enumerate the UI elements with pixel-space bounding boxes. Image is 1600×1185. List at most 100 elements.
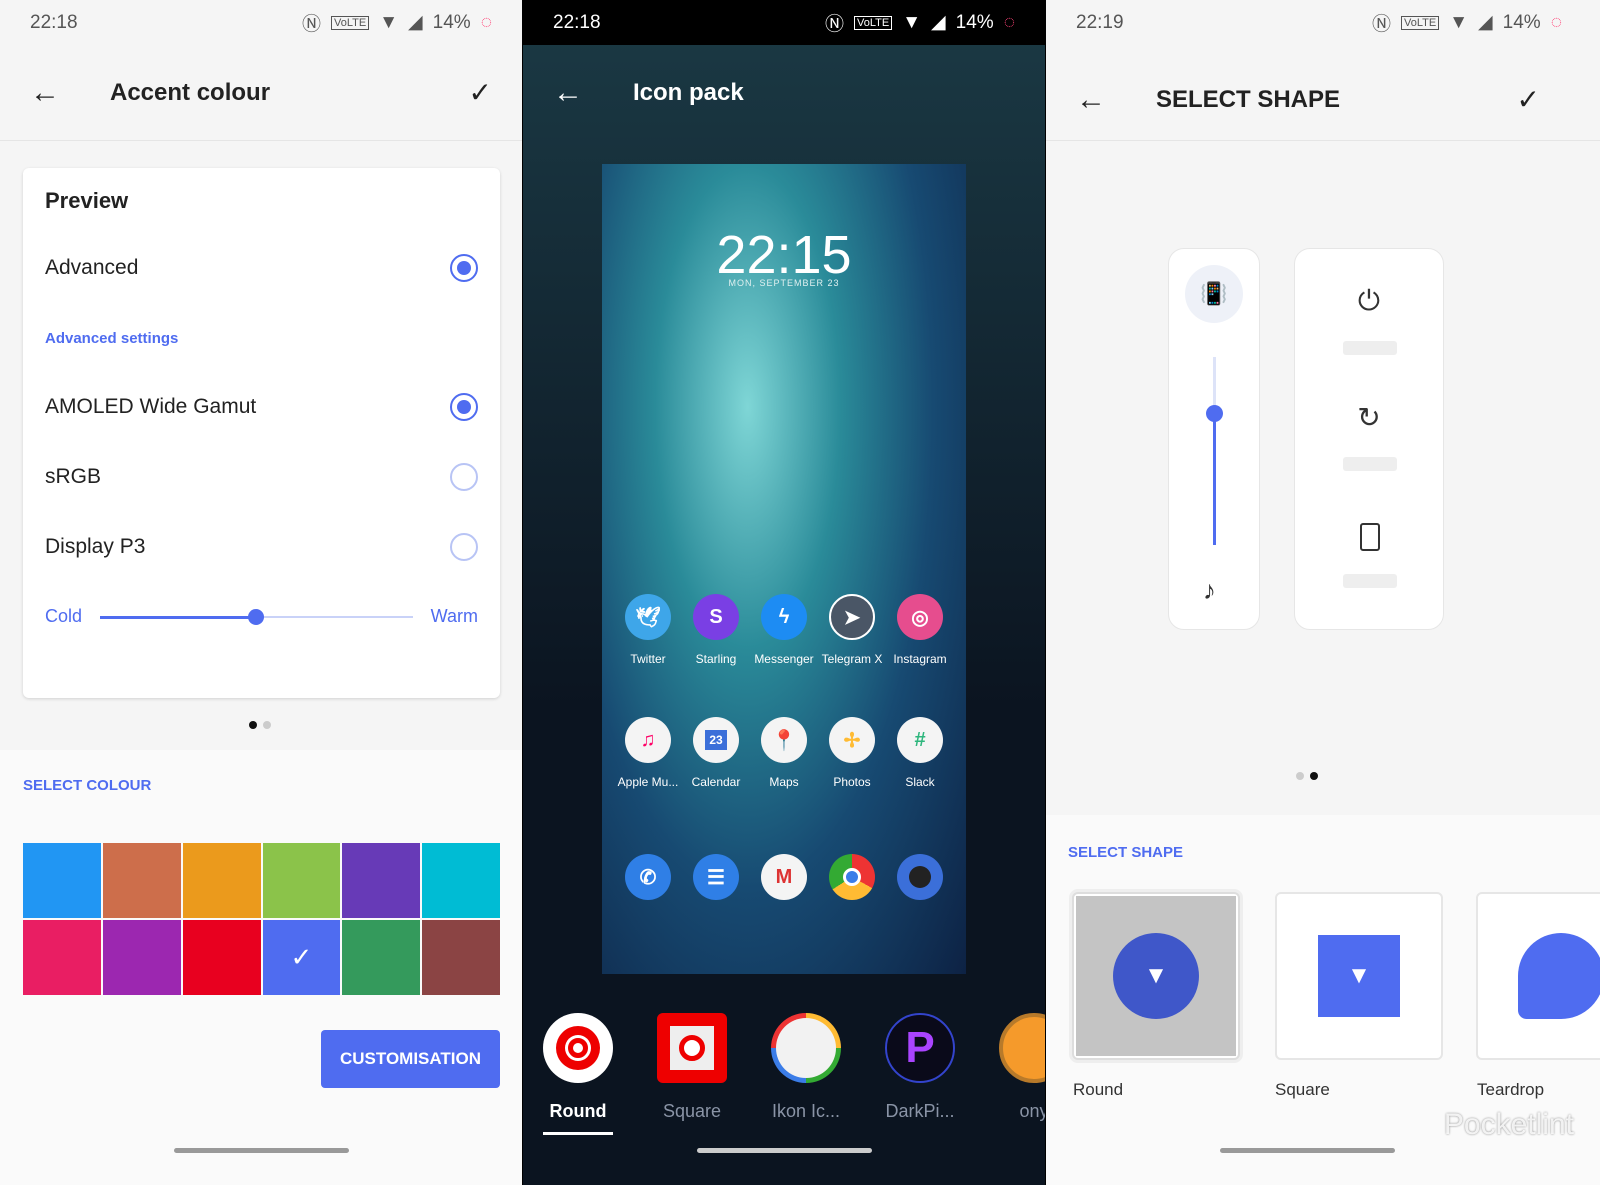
app-label: Calendar	[691, 775, 741, 789]
colour-swatch[interactable]	[23, 920, 101, 995]
option-label: Display P3	[45, 535, 146, 558]
instagram-icon: ◎	[897, 594, 943, 640]
warm-label: Warm	[430, 606, 478, 626]
volume-panel-preview: 📳 ♪	[1168, 248, 1260, 630]
slider-thumb[interactable]	[248, 608, 265, 625]
status-bar: 22:18 Ⓝ VoLTE ▼ ◢ 14% ◌	[523, 0, 1045, 45]
colour-swatch[interactable]	[182, 843, 261, 918]
app-starling: S Starling	[682, 594, 750, 666]
ony-pack-icon	[999, 1013, 1045, 1083]
confirm-check-icon[interactable]: ✓	[1517, 83, 1540, 116]
app-messenger: ϟ Messenger	[750, 594, 818, 666]
preview-card: Preview Advanced Advanced settings AMOLE…	[23, 168, 500, 698]
app-apple-music: ♫ Apple Mu...	[614, 717, 682, 789]
pack-square[interactable]: Square	[657, 1013, 727, 1135]
mode-advanced[interactable]: Advanced	[45, 254, 478, 282]
colour-swatch[interactable]	[422, 843, 500, 918]
colour-swatch[interactable]: ✓	[262, 920, 341, 995]
pack-darkpi[interactable]: P DarkPi...	[885, 1013, 955, 1135]
pack-ony[interactable]: ony	[999, 1013, 1045, 1135]
nfc-icon: Ⓝ	[302, 14, 322, 35]
preview-heading: Preview	[45, 188, 129, 213]
colour-swatch[interactable]	[342, 920, 421, 995]
battery-percent: 14%	[432, 11, 471, 33]
app-label: Messenger	[754, 652, 814, 666]
teardrop-shape	[1518, 933, 1600, 1019]
option-amoled[interactable]: AMOLED Wide Gamut	[45, 393, 478, 421]
option-label: sRGB	[45, 465, 102, 488]
radio-srgb[interactable]	[450, 463, 478, 491]
cold-label: Cold	[45, 606, 83, 626]
pack-round[interactable]: Round	[543, 1013, 613, 1135]
square-pack-icon	[657, 1013, 727, 1083]
back-arrow-icon[interactable]: ←	[553, 76, 603, 110]
back-arrow-icon[interactable]: ←	[1076, 83, 1126, 117]
round-pack-icon	[543, 1013, 613, 1083]
mode-label: Advanced	[45, 256, 139, 279]
page-title: Accent colour	[110, 78, 271, 106]
advanced-settings-label: Advanced settings	[45, 330, 179, 347]
battery-icon: ◌	[480, 11, 492, 33]
home-handle[interactable]	[174, 1148, 349, 1153]
home-handle[interactable]	[1220, 1148, 1395, 1153]
colour-swatch[interactable]	[102, 843, 181, 918]
app-label: Instagram	[893, 652, 947, 666]
option-display-p3[interactable]: Display P3	[45, 533, 478, 561]
selected-indicator	[543, 1132, 613, 1135]
slider-thumb[interactable]	[1206, 405, 1223, 423]
pack-ikon[interactable]: Ikon Ic...	[771, 1013, 841, 1135]
pack-label: DarkPi...	[885, 1101, 955, 1121]
select-shape-screen: 22:19 Ⓝ VoLTE ▼ ◢ 14% ◌ ← SELECT SHAPE ✓ 📳 ♪ ⏻ …	[1046, 0, 1600, 1185]
option-srgb[interactable]: sRGB	[45, 463, 478, 491]
colour-swatch[interactable]	[23, 843, 101, 918]
shape-label: Round	[1073, 1080, 1124, 1099]
app-label: Telegram X	[821, 652, 883, 666]
app-calendar: 23 Calendar	[682, 717, 750, 789]
signal-icon: ◢	[931, 12, 946, 33]
chrome-icon	[829, 854, 875, 900]
app-label: Slack	[905, 775, 935, 789]
radio-display-p3[interactable]	[450, 533, 478, 561]
status-bar: 22:18 Ⓝ VoLTE ▼ ◢ 14% ◌	[0, 0, 522, 45]
volte-icon: VoLTE	[1401, 15, 1440, 30]
customisation-button[interactable]: CUSTOMISATION	[321, 1030, 500, 1088]
messenger-icon: ϟ	[761, 594, 807, 640]
preview-date: MON, SEPTEMBER 23	[728, 278, 840, 288]
colour-swatch[interactable]	[262, 843, 341, 918]
divider	[0, 140, 522, 141]
signal-icon: ◢	[408, 12, 423, 33]
volume-slider[interactable]	[1206, 357, 1223, 545]
dock: ✆ ☰ M	[614, 854, 954, 900]
colour-swatch[interactable]	[422, 920, 500, 995]
app-row-1: 🕊 Twitter S Starling ϟ Messenger ➤ Telegram …	[614, 594, 954, 666]
battery-percent: 14%	[955, 11, 994, 33]
shape-teardrop[interactable]	[1476, 892, 1600, 1060]
ikon-pack-icon	[771, 1013, 841, 1083]
shape-square[interactable]: ▼	[1275, 892, 1443, 1060]
page-title: Icon pack	[633, 78, 744, 106]
radio-amoled[interactable]	[450, 393, 478, 421]
battery-percent: 14%	[1502, 11, 1541, 33]
pack-label: Ikon Ic...	[771, 1101, 841, 1121]
icon-pack-screen: 22:18 Ⓝ VoLTE ▼ ◢ 14% ◌ ← Icon pack 22:15 MON,…	[523, 0, 1045, 1185]
back-arrow-icon[interactable]: ←	[30, 76, 80, 110]
confirm-check-icon[interactable]: ✓	[469, 76, 492, 109]
power-icon: ⏻	[1357, 285, 1381, 316]
pack-label: Round	[549, 1101, 607, 1121]
colour-swatches: ✓	[23, 843, 500, 995]
shape-round[interactable]: ▼	[1072, 892, 1240, 1060]
colour-swatch[interactable]	[102, 920, 181, 995]
shape-label: Teardrop	[1477, 1080, 1545, 1099]
radio-advanced[interactable]	[450, 254, 478, 282]
colour-swatch[interactable]	[182, 920, 261, 995]
temperature-slider[interactable]	[100, 607, 413, 627]
slack-icon: #	[897, 717, 943, 763]
status-bar: 22:19 Ⓝ VoLTE ▼ ◢ 14% ◌	[1046, 0, 1600, 45]
app-label: Starling	[695, 652, 737, 666]
ringer-icon[interactable]: 📳	[1185, 265, 1243, 323]
page-indicator	[1296, 772, 1318, 780]
volte-icon: VoLTE	[854, 15, 893, 30]
icon-pack-list: Round Square Ikon Ic... P DarkPi... ony	[543, 1013, 1045, 1135]
colour-swatch[interactable]	[342, 843, 421, 918]
home-handle[interactable]	[697, 1148, 872, 1153]
